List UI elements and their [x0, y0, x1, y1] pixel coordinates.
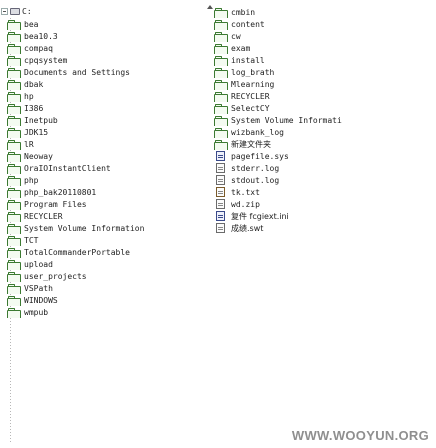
list-item[interactable]: wmpub: [7, 306, 203, 318]
folder-icon: [214, 103, 228, 114]
folder-icon: [7, 211, 21, 222]
folder-icon: [214, 115, 228, 126]
list-item[interactable]: Neoway: [7, 150, 203, 162]
folder-icon: [7, 307, 21, 318]
folder-icon: [7, 187, 21, 198]
file-icon: [216, 175, 225, 185]
folder-icon: [7, 163, 21, 174]
list-item[interactable]: hp: [7, 90, 203, 102]
config-file-icon: [216, 211, 225, 221]
list-item[interactable]: exam: [214, 42, 428, 54]
list-item[interactable]: I386: [7, 102, 203, 114]
list-item[interactable]: System Volume Informati: [214, 114, 428, 126]
folder-icon: [7, 223, 21, 234]
folder-icon: [7, 127, 21, 138]
folder-icon: [214, 67, 228, 78]
folder-icon: [7, 175, 21, 186]
list-item[interactable]: pagefile.sys: [214, 150, 428, 162]
folder-icon: [7, 91, 21, 102]
folder-icon: [7, 295, 21, 306]
system-file-icon: [216, 151, 225, 161]
list-item[interactable]: lR: [7, 138, 203, 150]
list-item[interactable]: VSPath: [7, 282, 203, 294]
folder-icon: [7, 43, 21, 54]
folder-icon: [7, 67, 21, 78]
list-item[interactable]: bea10.3: [7, 30, 203, 42]
folder-list-left: bea bea10.3 compaq cpqsystem Documents a…: [0, 0, 205, 448]
folder-icon: [214, 31, 228, 42]
list-item[interactable]: dbak: [7, 78, 203, 90]
folder-icon: [7, 259, 21, 270]
list-item[interactable]: php: [7, 174, 203, 186]
folder-icon: [7, 247, 21, 258]
folder-icon: [7, 55, 21, 66]
list-item[interactable]: stderr.log: [214, 162, 428, 174]
list-item[interactable]: WINDOWS: [7, 294, 203, 306]
folder-icon: [7, 115, 21, 126]
folder-icon: [7, 271, 21, 282]
folder-icon: [214, 91, 228, 102]
list-item[interactable]: 复件 fcgiext.ini: [214, 210, 428, 222]
folder-icon: [7, 79, 21, 90]
folder-icon: [7, 151, 21, 162]
folder-icon: [7, 31, 21, 42]
list-item[interactable]: tk.txt: [214, 186, 428, 198]
list-item[interactable]: OraIOInstantClient: [7, 162, 203, 174]
folder-icon: [214, 55, 228, 66]
list-item[interactable]: Program Files: [7, 198, 203, 210]
folder-icon: [214, 43, 228, 54]
list-item[interactable]: RECYCLER: [214, 90, 428, 102]
list-item[interactable]: JDK15: [7, 126, 203, 138]
folder-icon: [7, 199, 21, 210]
list-item[interactable]: SelectCY: [214, 102, 428, 114]
list-item[interactable]: TCT: [7, 234, 203, 246]
list-item[interactable]: cw: [214, 30, 428, 42]
list-item[interactable]: bea: [7, 18, 203, 30]
folder-list-right: cmbin content cw exam install log_brath …: [205, 0, 436, 448]
list-item[interactable]: Inetpub: [7, 114, 203, 126]
list-item[interactable]: TotalCommanderPortable: [7, 246, 203, 258]
folder-icon: [214, 79, 228, 90]
list-item[interactable]: user_projects: [7, 270, 203, 282]
list-item[interactable]: Mlearning: [214, 78, 428, 90]
watermark: WWW.WOOYUN.ORG: [291, 428, 429, 443]
list-item[interactable]: 成绩.swt: [214, 222, 428, 234]
folder-icon: [214, 7, 228, 18]
list-item[interactable]: php_bak20110801: [7, 186, 203, 198]
list-item[interactable]: wd.zip: [214, 198, 428, 210]
folder-icon: [7, 103, 21, 114]
list-item[interactable]: System Volume Information: [7, 222, 203, 234]
folder-icon: [214, 19, 228, 30]
list-item[interactable]: stdout.log: [214, 174, 428, 186]
list-item[interactable]: upload: [7, 258, 203, 270]
text-file-icon: [216, 187, 225, 197]
list-item[interactable]: install: [214, 54, 428, 66]
file-icon: [216, 163, 225, 173]
list-item[interactable]: wizbank_log: [214, 126, 428, 138]
file-icon: [216, 223, 225, 233]
folder-icon: [7, 19, 21, 30]
list-item[interactable]: RECYCLER: [7, 210, 203, 222]
folder-icon: [7, 235, 21, 246]
list-item[interactable]: content: [214, 18, 428, 30]
file-icon: [216, 199, 225, 209]
folder-icon: [7, 283, 21, 294]
folder-icon: [214, 139, 228, 150]
list-item[interactable]: cmbin: [214, 6, 428, 18]
list-item[interactable]: cpqsystem: [7, 54, 203, 66]
list-item[interactable]: 新建文件夹: [214, 138, 428, 150]
list-item[interactable]: compaq: [7, 42, 203, 54]
folder-icon: [214, 127, 228, 138]
folder-icon: [7, 139, 21, 150]
list-item[interactable]: Documents and Settings: [7, 66, 203, 78]
list-item[interactable]: log_brath: [214, 66, 428, 78]
